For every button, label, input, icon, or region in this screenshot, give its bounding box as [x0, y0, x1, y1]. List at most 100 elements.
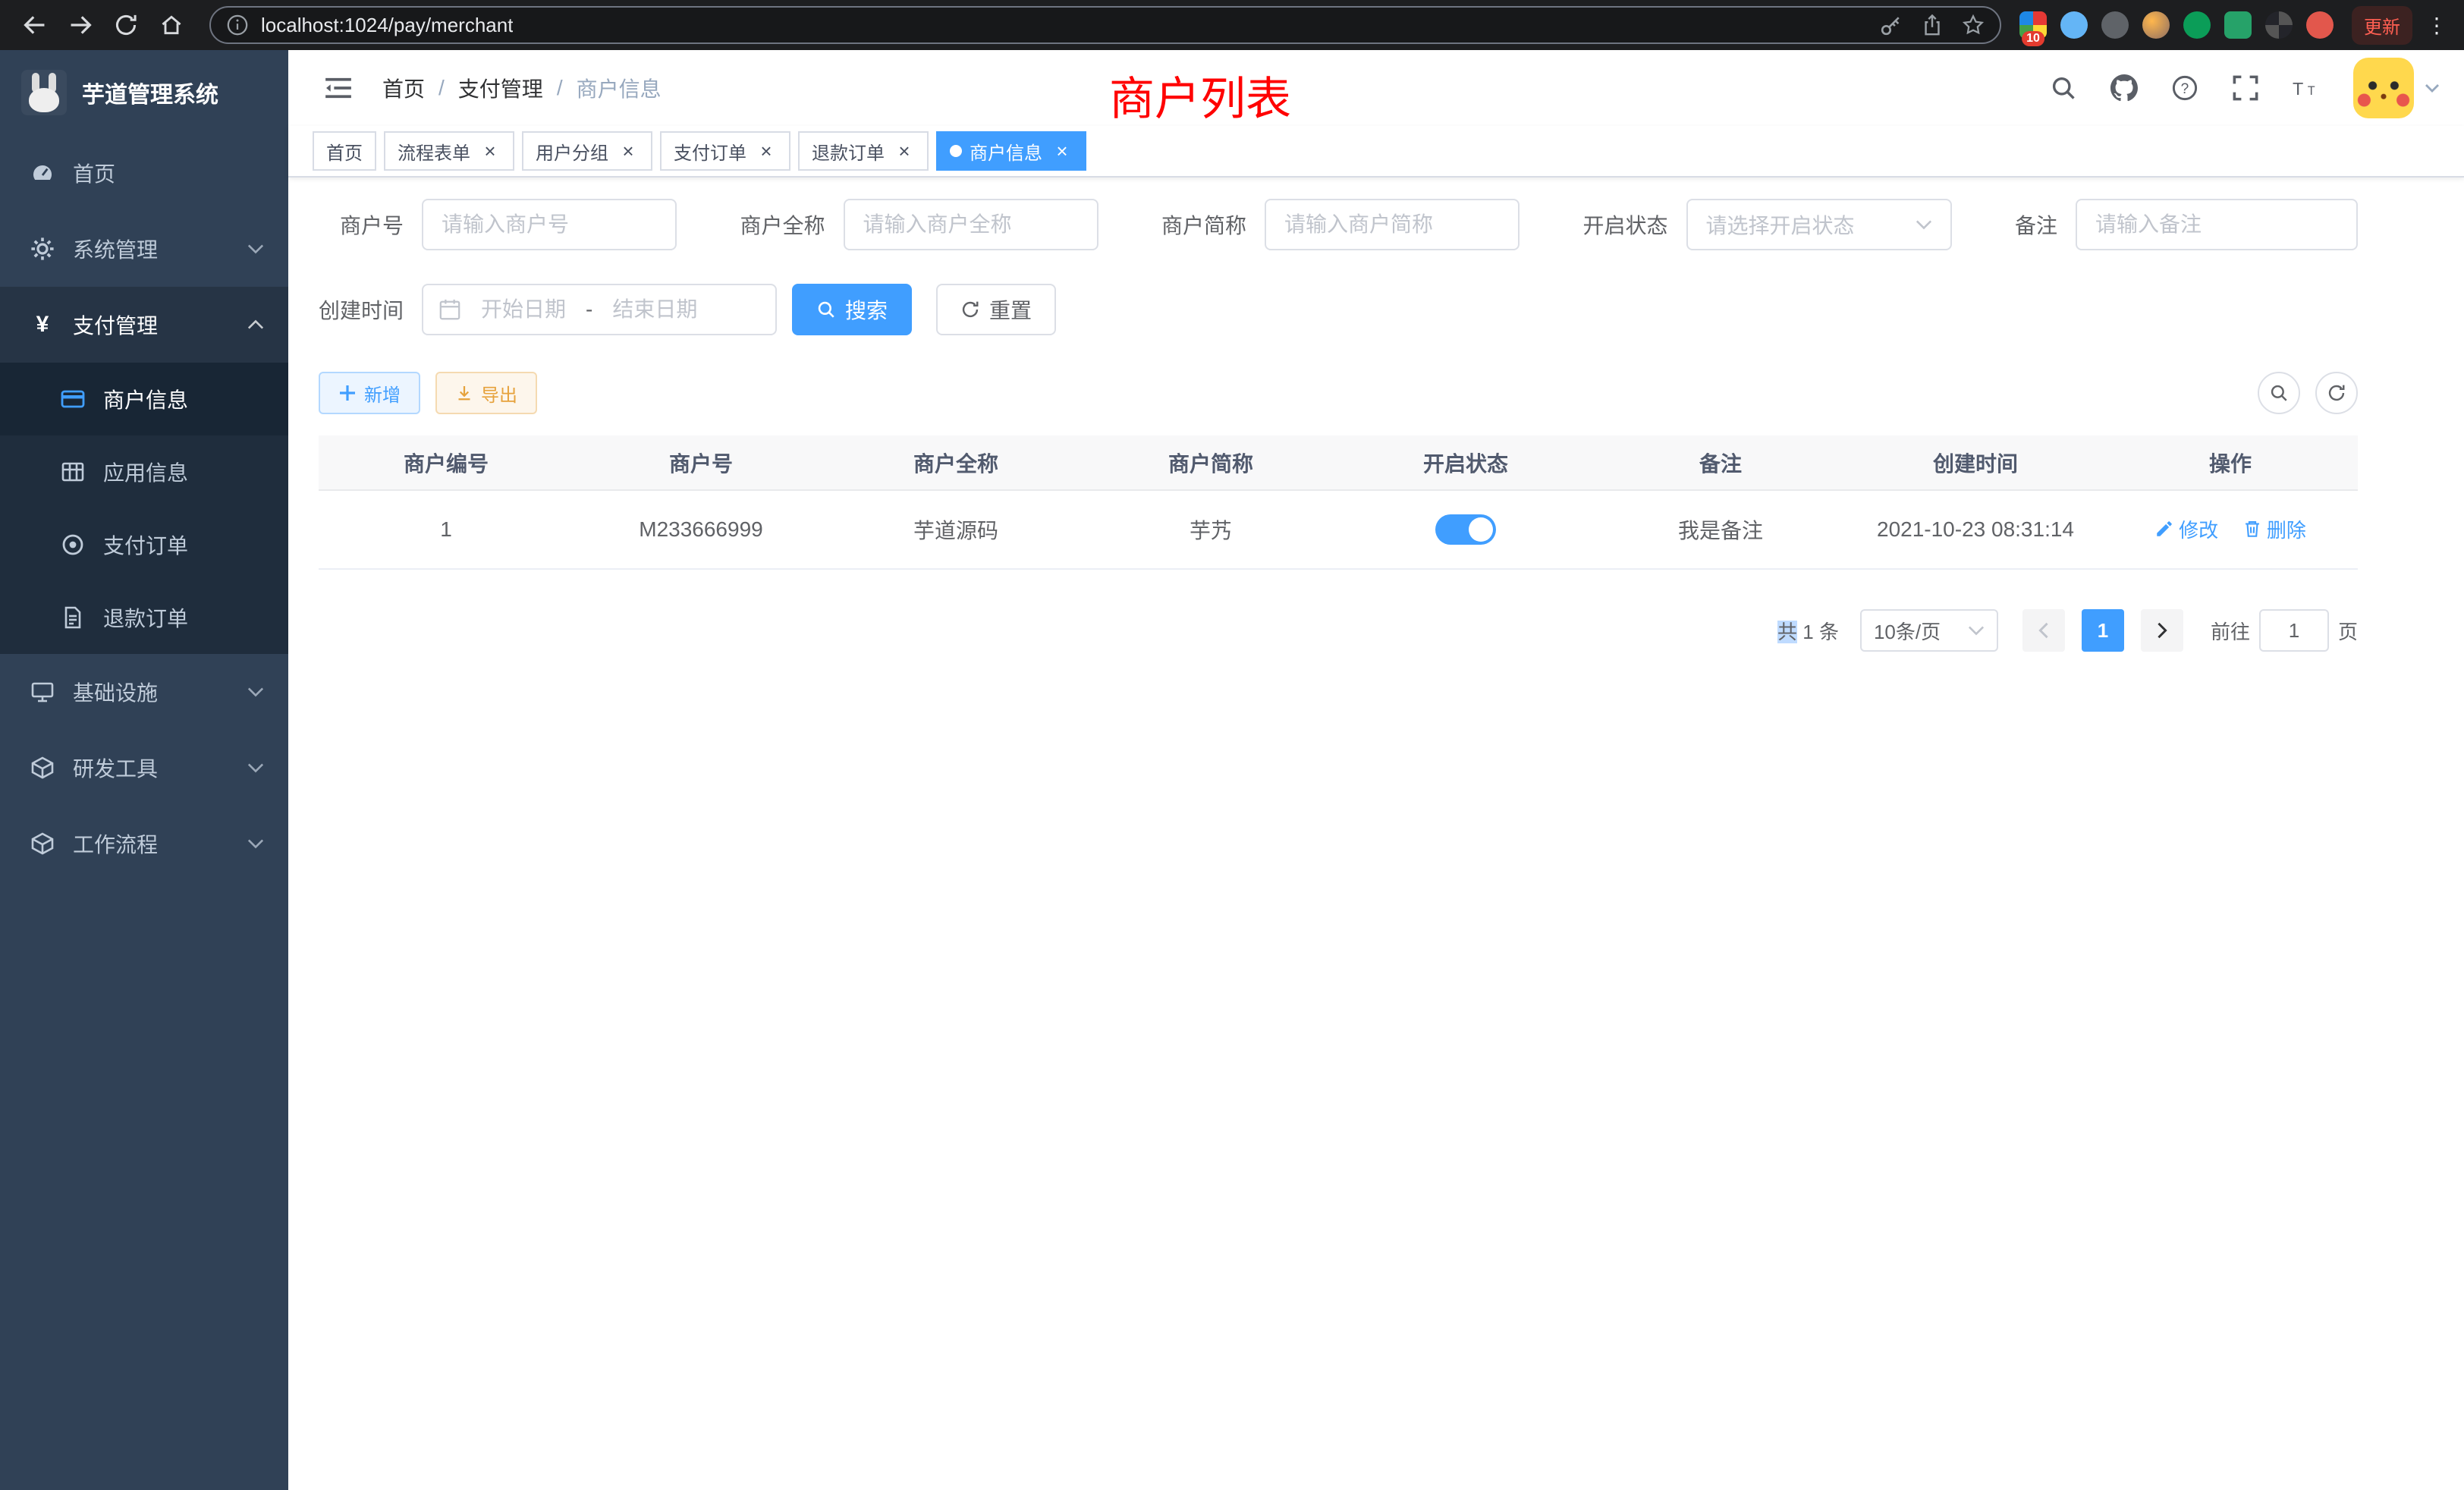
merchant-no-input[interactable] — [422, 199, 677, 250]
breadcrumb-separator: / — [557, 76, 563, 100]
page-content: 商户号 商户全称 商户简称 开启状态 — [288, 178, 2464, 1490]
next-page-button[interactable] — [2141, 609, 2183, 652]
github-icon[interactable] — [2098, 62, 2150, 114]
table-header-row: 商户编号 商户号 商户全称 商户简称 开启状态 备注 创建时间 操作 — [319, 435, 2358, 490]
bookmark-star-icon[interactable] — [1962, 14, 1985, 36]
edit-button-label: 修改 — [2179, 515, 2218, 543]
sidebar-item-payment[interactable]: 支付管理 — [0, 287, 288, 363]
sidebar-item-payment-order[interactable]: 支付订单 — [0, 508, 288, 581]
breadcrumb-item-home[interactable]: 首页 — [382, 73, 425, 103]
back-button[interactable] — [15, 5, 55, 45]
address-bar[interactable]: localhost:1024/pay/merchant — [209, 6, 2001, 44]
sidebar-item-refund-order[interactable]: 退款订单 — [0, 581, 288, 654]
breadcrumb-item-payment[interactable]: 支付管理 — [458, 73, 543, 103]
refresh-button[interactable] — [2315, 372, 2358, 414]
sidebar-item-infrastructure[interactable]: 基础设施 — [0, 654, 288, 730]
hamburger-icon[interactable] — [313, 62, 364, 114]
hide-search-button[interactable] — [2258, 372, 2300, 414]
tab-process-form[interactable]: 流程表单 — [384, 131, 514, 171]
gear-icon — [30, 237, 55, 261]
fullscreen-icon[interactable] — [2220, 62, 2271, 114]
delete-button-label: 删除 — [2267, 515, 2306, 543]
close-icon[interactable] — [618, 140, 639, 162]
app-root: 芋道管理系统 首页 系统管理 支付管理 — [0, 50, 2464, 1490]
create-time-label: 创建时间 — [319, 294, 404, 325]
help-icon[interactable]: ? — [2159, 62, 2211, 114]
date-range-picker[interactable]: - — [422, 284, 777, 335]
table-header-actions: 操作 — [2103, 435, 2358, 490]
credit-card-icon — [61, 387, 85, 411]
page-number-1[interactable]: 1 — [2082, 609, 2124, 652]
extension-icon-6[interactable] — [2224, 11, 2252, 39]
date-start-input[interactable] — [470, 297, 577, 322]
table-header-remark: 备注 — [1593, 435, 1848, 490]
sidebar-item-system[interactable]: 系统管理 — [0, 211, 288, 287]
table-row: 1 M233666999 芋道源码 芋艿 我是备注 2021-10-23 08:… — [319, 490, 2358, 569]
forward-button[interactable] — [61, 5, 100, 45]
edit-button[interactable]: 修改 — [2154, 515, 2218, 543]
goto-unit: 页 — [2338, 617, 2358, 645]
extension-icon-4[interactable] — [2142, 11, 2170, 39]
tab-refund-order[interactable]: 退款订单 — [798, 131, 929, 171]
delete-button[interactable]: 删除 — [2242, 515, 2306, 543]
box-icon — [30, 756, 55, 780]
reload-button[interactable] — [106, 5, 146, 45]
extension-icon-5[interactable] — [2183, 11, 2211, 39]
prev-page-button[interactable] — [2022, 609, 2065, 652]
extension-icon-1[interactable]: 10 — [2019, 11, 2047, 39]
add-button[interactable]: 新增 — [319, 372, 420, 414]
sidebar-item-dev-tools[interactable]: 研发工具 — [0, 730, 288, 806]
search-button[interactable]: 搜索 — [792, 284, 912, 335]
info-icon[interactable] — [226, 14, 249, 36]
share-icon[interactable] — [1921, 14, 1944, 36]
avatar[interactable] — [2353, 58, 2414, 118]
date-end-input[interactable] — [602, 297, 708, 322]
close-icon[interactable] — [479, 140, 501, 162]
goto-page-input[interactable] — [2259, 609, 2329, 652]
sidebar-item-app-info[interactable]: 应用信息 — [0, 435, 288, 508]
reset-button[interactable]: 重置 — [936, 284, 1056, 335]
cell-remark: 我是备注 — [1593, 490, 1848, 569]
close-icon[interactable] — [894, 140, 915, 162]
app-title: 芋道管理系统 — [82, 76, 218, 109]
status-select[interactable]: 请选择开启状态 — [1686, 199, 1952, 250]
sidebar-item-home[interactable]: 首页 — [0, 135, 288, 211]
search-icon[interactable] — [2038, 62, 2089, 114]
sidebar-item-label: 退款订单 — [103, 602, 188, 633]
extension-icon-7[interactable] — [2265, 11, 2293, 39]
export-button[interactable]: 导出 — [435, 372, 537, 414]
browser-update-button[interactable]: 更新 — [2352, 6, 2412, 45]
user-menu[interactable] — [2353, 58, 2440, 118]
calendar-icon — [438, 298, 461, 321]
tab-payment-order[interactable]: 支付订单 — [660, 131, 790, 171]
merchant-name-input[interactable] — [844, 199, 1098, 250]
remark-input[interactable] — [2076, 199, 2358, 250]
table-header-create-time: 创建时间 — [1848, 435, 2103, 490]
tab-home[interactable]: 首页 — [313, 131, 376, 171]
search-button-label: 搜索 — [845, 294, 888, 325]
navbar-actions: ? TT — [2038, 58, 2440, 118]
close-icon[interactable] — [1051, 140, 1073, 162]
goto-page: 前往 页 — [2211, 609, 2358, 652]
sidebar-item-label: 支付订单 — [103, 530, 188, 560]
tab-user-group[interactable]: 用户分组 — [522, 131, 652, 171]
sidebar-item-workflow[interactable]: 工作流程 — [0, 806, 288, 882]
tab-merchant-info[interactable]: 商户信息 — [936, 131, 1086, 171]
home-button[interactable] — [152, 5, 191, 45]
extension-icon-8[interactable] — [2306, 11, 2334, 39]
key-icon[interactable] — [1880, 14, 1903, 36]
font-size-icon[interactable]: TT — [2280, 62, 2332, 114]
cell-create-time: 2021-10-23 08:31:14 — [1848, 490, 2103, 569]
remark-label: 备注 — [2015, 209, 2057, 240]
cube-icon — [30, 831, 55, 856]
page-size-select[interactable]: 10条/页 — [1860, 609, 1998, 652]
merchant-short-input[interactable] — [1265, 199, 1520, 250]
browser-menu-icon[interactable] — [2425, 13, 2449, 38]
status-toggle[interactable] — [1435, 514, 1496, 545]
extension-icon-2[interactable] — [2060, 11, 2088, 39]
yen-icon — [30, 313, 55, 337]
logo-image — [21, 70, 67, 115]
extension-icon-3[interactable] — [2101, 11, 2129, 39]
close-icon[interactable] — [756, 140, 777, 162]
sidebar-item-merchant-info[interactable]: 商户信息 — [0, 363, 288, 435]
